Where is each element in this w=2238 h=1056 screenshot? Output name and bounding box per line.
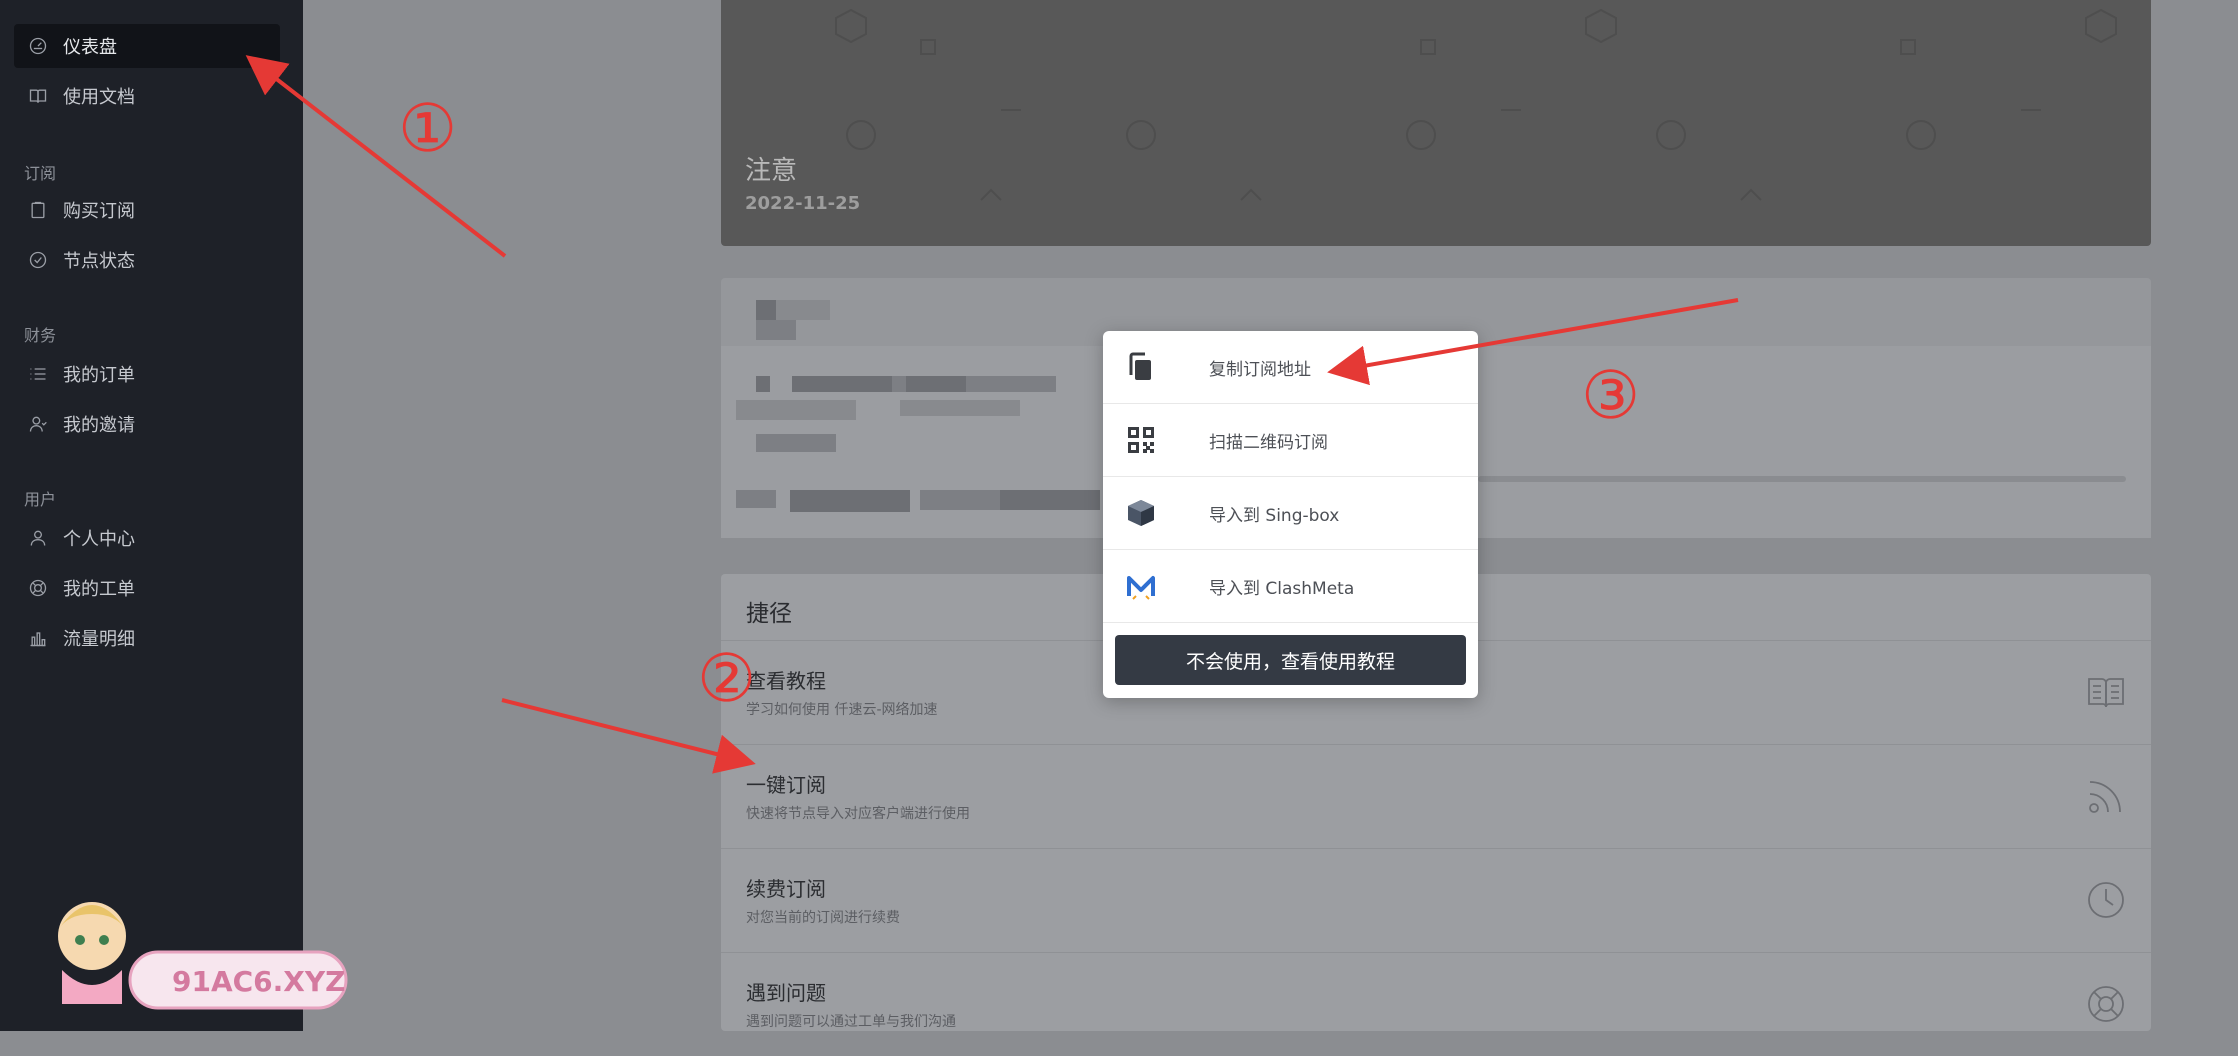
lifebuoy-icon — [2085, 983, 2127, 1025]
redacted-block — [792, 376, 892, 392]
annotation-mark-3: ③ — [1581, 357, 1641, 434]
shortcut-one-click-subscribe[interactable]: 一键订阅 快速将节点导入对应客户端进行使用 — [721, 744, 2151, 848]
sidebar-item-node-status[interactable]: 节点状态 — [14, 238, 280, 282]
redacted-block — [756, 434, 836, 452]
annotation-mark-2: ② — [697, 640, 757, 717]
shortcut-desc: 学习如何使用 仟速云-网络加速 — [746, 702, 938, 718]
sidebar-item-label: 我的邀请 — [63, 415, 135, 436]
rss-icon — [2085, 775, 2127, 817]
clashmeta-icon — [1125, 570, 1157, 602]
sidebar-item-label: 我的订单 — [63, 365, 135, 386]
shortcut-renew[interactable]: 续费订阅 对您当前的订阅进行续费 — [721, 848, 2151, 952]
sidebar-item-dashboard[interactable]: 仪表盘 — [14, 24, 280, 68]
view-tutorial-button[interactable]: 不会使用，查看使用教程 — [1115, 635, 1466, 685]
bar-chart-icon — [27, 627, 49, 649]
traffic-progress-bar — [1478, 476, 2126, 482]
banner-pattern — [835, 8, 2117, 201]
redacted-block — [1000, 490, 1100, 510]
popup-item-label: 复制订阅地址 — [1209, 359, 1311, 380]
singbox-icon — [1125, 497, 1157, 529]
sidebar: 仪表盘 使用文档 订阅 购买订阅 节点状态 财务 我的订单 我的邀请 用户 个人… — [0, 0, 303, 1031]
shortcut-desc: 快速将节点导入对应客户端进行使用 — [746, 806, 970, 822]
sidebar-item-orders[interactable]: 我的订单 — [14, 352, 280, 396]
sidebar-group-title: 财务 — [24, 326, 57, 345]
redacted-block — [756, 300, 776, 320]
sidebar-item-label: 流量明细 — [63, 629, 135, 650]
redacted-block — [736, 490, 776, 508]
clipboard-icon — [27, 199, 49, 221]
redacted-block — [906, 376, 966, 392]
sidebar-group-title: 订阅 — [24, 164, 57, 183]
shortcut-desc: 对您当前的订阅进行续费 — [746, 910, 900, 926]
book-open-icon — [2085, 671, 2127, 713]
copy-icon — [1125, 351, 1157, 383]
check-circle-icon — [27, 249, 49, 271]
popup-item-label: 导入到 Sing-box — [1209, 505, 1340, 526]
users-icon — [27, 413, 49, 435]
user-icon — [27, 527, 49, 549]
shortcut-title: 续费订阅 — [746, 877, 826, 901]
redacted-block — [920, 490, 1000, 510]
shortcut-help[interactable]: 遇到问题 遇到问题可以通过工单与我们沟通 — [721, 952, 2151, 1056]
banner-title: 注意 — [745, 156, 798, 186]
shortcut-desc: 遇到问题可以通过工单与我们沟通 — [746, 1014, 956, 1030]
popup-item-label: 导入到 ClashMeta — [1209, 578, 1355, 599]
import-singbox-item[interactable]: 导入到 Sing-box — [1103, 477, 1478, 550]
sidebar-item-traffic[interactable]: 流量明细 — [14, 616, 280, 660]
shortcut-title: 查看教程 — [746, 669, 826, 693]
announcement-banner[interactable]: 注意 2022-11-25 — [721, 0, 2151, 246]
qrcode-icon — [1125, 424, 1157, 456]
list-icon — [27, 363, 49, 385]
sidebar-item-tickets[interactable]: 我的工单 — [14, 566, 280, 610]
redacted-block — [966, 376, 1056, 392]
shortcuts-title: 捷径 — [746, 601, 792, 627]
clock-icon — [2085, 879, 2127, 921]
shortcut-title: 遇到问题 — [746, 981, 826, 1005]
banner-date: 2022-11-25 — [745, 193, 861, 214]
svg-text:91AC6.XYZ: 91AC6.XYZ — [172, 965, 345, 998]
sidebar-item-label: 个人中心 — [63, 529, 135, 550]
lifebuoy-icon — [27, 577, 49, 599]
redacted-block — [776, 300, 830, 320]
import-clashmeta-item[interactable]: 导入到 ClashMeta — [1103, 550, 1478, 623]
sidebar-item-label: 我的工单 — [63, 579, 135, 600]
annotation-mark-1: ① — [398, 90, 458, 167]
sidebar-item-buy-subscription[interactable]: 购买订阅 — [14, 188, 280, 232]
sidebar-group-title: 用户 — [24, 490, 57, 509]
scan-qrcode-item[interactable]: 扫描二维码订阅 — [1103, 404, 1478, 477]
redacted-block — [756, 376, 770, 392]
copy-subscription-url-item[interactable]: 复制订阅地址 — [1103, 331, 1478, 404]
sidebar-item-docs[interactable]: 使用文档 — [14, 74, 280, 118]
subscribe-popup-menu: 复制订阅地址 扫描二维码订阅 导入到 Sing-box 导入到 ClashMet… — [1103, 331, 1478, 698]
sidebar-item-label: 仪表盘 — [63, 37, 117, 58]
sidebar-item-invites[interactable]: 我的邀请 — [14, 402, 280, 446]
sidebar-item-profile[interactable]: 个人中心 — [14, 516, 280, 560]
sidebar-item-label: 使用文档 — [63, 87, 135, 108]
shortcut-title: 一键订阅 — [746, 773, 826, 797]
redacted-block — [736, 400, 856, 420]
watermark-logo: 91AC6.XYZ — [30, 884, 350, 1014]
redacted-block — [756, 320, 796, 340]
redacted-block — [790, 490, 910, 512]
sidebar-item-label: 购买订阅 — [63, 201, 135, 222]
redacted-block — [900, 400, 1020, 416]
dashboard-icon — [27, 35, 49, 57]
sidebar-item-label: 节点状态 — [63, 251, 135, 272]
popup-item-label: 扫描二维码订阅 — [1209, 432, 1328, 453]
book-icon — [27, 85, 49, 107]
